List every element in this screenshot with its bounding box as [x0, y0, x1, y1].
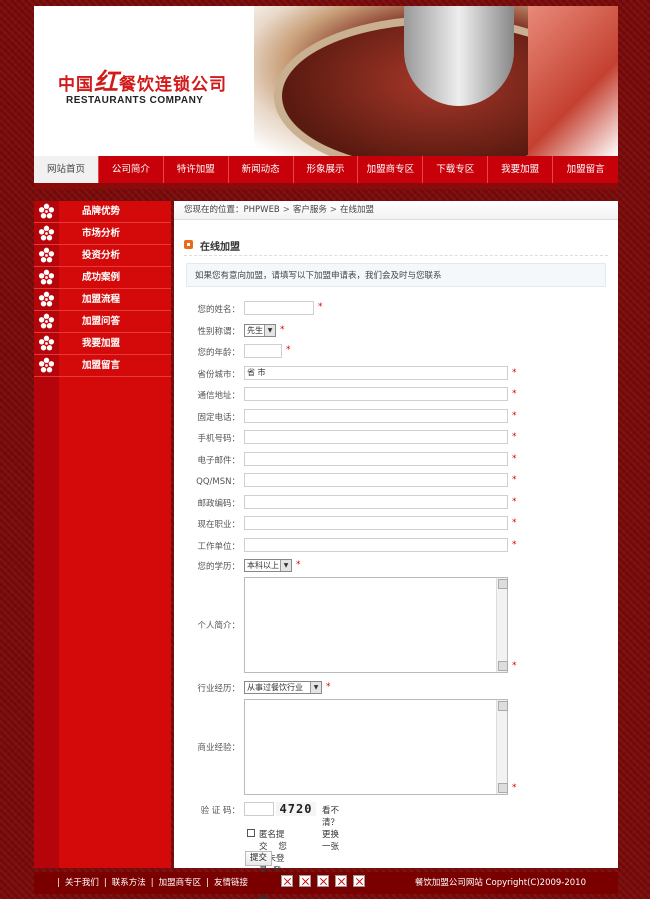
breadcrumb-item[interactable]: 在线加盟: [340, 205, 374, 215]
footer-link-about[interactable]: 关于我们: [65, 878, 99, 888]
flower-icon: [38, 269, 55, 285]
broken-image-icon: [353, 875, 365, 887]
logo-english: RESTAURANTS COMPANY: [66, 95, 204, 106]
age-input[interactable]: [244, 344, 282, 358]
nav-item-gallery[interactable]: 形象展示: [294, 156, 359, 183]
chevron-down-icon: ▼: [310, 682, 321, 693]
flower-icon: [38, 247, 55, 263]
sidebar-item-label: 市场分析: [82, 228, 121, 239]
hotpot-banner-image: [254, 6, 618, 156]
chevron-down-icon: ▼: [264, 325, 275, 336]
anonymous-checkbox[interactable]: [247, 829, 255, 837]
flower-icon: [38, 357, 55, 373]
flower-icon: [38, 291, 55, 307]
broken-image-icon: [317, 875, 329, 887]
sidebar-item-label: 加盟问答: [82, 316, 121, 327]
nav-divider: [34, 183, 618, 189]
zip-input[interactable]: [244, 495, 508, 509]
nav-item-message[interactable]: 加盟留言: [553, 156, 618, 183]
page: 中国红餐饮连锁公司 RESTAURANTS COMPANY 网站首页 公司简介 …: [34, 6, 618, 899]
captcha-input[interactable]: [244, 802, 274, 816]
industry-select[interactable]: 从事过餐饮行业 ▼: [244, 681, 322, 694]
captcha-refresh-link[interactable]: 看不清？更换一张: [322, 804, 339, 852]
breadcrumb-prefix: 您现在的位置：: [184, 205, 244, 215]
submit-button[interactable]: 提交: [245, 851, 272, 866]
nav-item-home[interactable]: 网站首页: [34, 156, 99, 183]
sidebar-item-label: 成功案例: [82, 272, 121, 283]
header-banner: 中国红餐饮连锁公司 RESTAURANTS COMPANY: [34, 6, 618, 156]
flower-icon: [38, 225, 55, 241]
main-nav: 网站首页 公司简介 特许加盟 新闻动态 形象展示 加盟商专区 下载专区 我要加盟…: [34, 156, 618, 183]
sidebar-item-label: 加盟留言: [82, 360, 121, 371]
nav-item-join[interactable]: 我要加盟: [488, 156, 554, 183]
breadcrumb-item[interactable]: 客户服务: [293, 205, 327, 215]
sidebar-item-label: 品牌优势: [82, 206, 121, 217]
sidebar-item-label: 加盟流程: [82, 294, 121, 305]
footer: | 关于我们 | 联系方法 | 加盟商专区 | 友情链接 餐饮加盟公司网站 Copyright…: [34, 872, 618, 894]
sidebar-item[interactable]: 市场分析: [34, 223, 171, 245]
intro-textarea[interactable]: [244, 577, 508, 673]
flower-icon: [38, 313, 55, 329]
sidebar-item-label: 我要加盟: [82, 338, 121, 349]
qq-input[interactable]: [244, 473, 508, 487]
chevron-down-icon: ▼: [280, 560, 291, 571]
gender-select[interactable]: 先生 ▼: [244, 324, 276, 337]
breadcrumb-item[interactable]: PHPWEB: [244, 205, 280, 215]
sidebar-item[interactable]: 加盟问答: [34, 311, 171, 333]
broken-image-icon: [299, 875, 311, 887]
city-input[interactable]: 省 市: [244, 366, 508, 380]
scrollbar[interactable]: [496, 578, 508, 672]
sidebar-list: 品牌优势市场分析投资分析成功案例加盟流程加盟问答我要加盟加盟留言: [34, 201, 171, 377]
broken-image-icon: [281, 875, 293, 887]
nav-item-franchise[interactable]: 特许加盟: [164, 156, 229, 183]
sidebar-item[interactable]: 成功案例: [34, 267, 171, 289]
footer-links: | 关于我们 | 联系方法 | 加盟商专区 | 友情链接: [57, 878, 249, 888]
company-logo[interactable]: 中国红餐饮连锁公司 RESTAURANTS COMPANY: [58, 62, 227, 106]
business-textarea[interactable]: [244, 699, 508, 795]
address-input[interactable]: [244, 387, 508, 401]
breadcrumb: 您现在的位置：PHPWEB > 客户服务 > 在线加盟: [174, 201, 618, 220]
nav-item-partner-zone[interactable]: 加盟商专区: [358, 156, 424, 183]
footer-link-friends[interactable]: 友情链接: [214, 878, 248, 888]
title-bullet-icon: [184, 240, 193, 249]
sidebar-item-label: 投资分析: [82, 250, 121, 261]
page-title: 在线加盟: [184, 238, 240, 253]
sidebar-item[interactable]: 加盟留言: [34, 355, 171, 377]
flower-icon: [38, 335, 55, 351]
email-input[interactable]: [244, 452, 508, 466]
nav-item-about[interactable]: 公司简介: [99, 156, 164, 183]
name-input[interactable]: [244, 301, 314, 315]
sidebar-item[interactable]: 品牌优势: [34, 201, 171, 223]
captcha-image[interactable]: 4720: [276, 802, 316, 816]
nav-item-news[interactable]: 新闻动态: [229, 156, 294, 183]
phone-input[interactable]: [244, 409, 508, 423]
broken-image-icon: [335, 875, 347, 887]
sidebar-item[interactable]: 我要加盟: [34, 333, 171, 355]
form-notice: 如果您有意向加盟，请填写以下加盟申请表，我们会及时与您联系: [186, 263, 606, 287]
nav-item-downloads[interactable]: 下载专区: [423, 156, 489, 183]
flower-icon: [38, 203, 55, 219]
footer-copyright: 餐饮加盟公司网站 Copyright(C)2009-2010: [414, 878, 586, 888]
sidebar: 品牌优势市场分析投资分析成功案例加盟流程加盟问答我要加盟加盟留言: [34, 201, 171, 868]
sidebar-item[interactable]: 加盟流程: [34, 289, 171, 311]
sidebar-item[interactable]: 投资分析: [34, 245, 171, 267]
footer-link-contact[interactable]: 联系方法: [112, 878, 146, 888]
footer-link-partner-zone[interactable]: 加盟商专区: [159, 878, 202, 888]
education-select[interactable]: 本科以上 ▼: [244, 559, 292, 572]
job-input[interactable]: [244, 516, 508, 530]
main-content: 您现在的位置：PHPWEB > 客户服务 > 在线加盟 在线加盟 如果您有意向加盟，请填…: [174, 201, 618, 899]
scrollbar[interactable]: [496, 700, 508, 794]
work-input[interactable]: [244, 538, 508, 552]
mobile-input[interactable]: [244, 430, 508, 444]
footer-icons: [281, 875, 365, 887]
